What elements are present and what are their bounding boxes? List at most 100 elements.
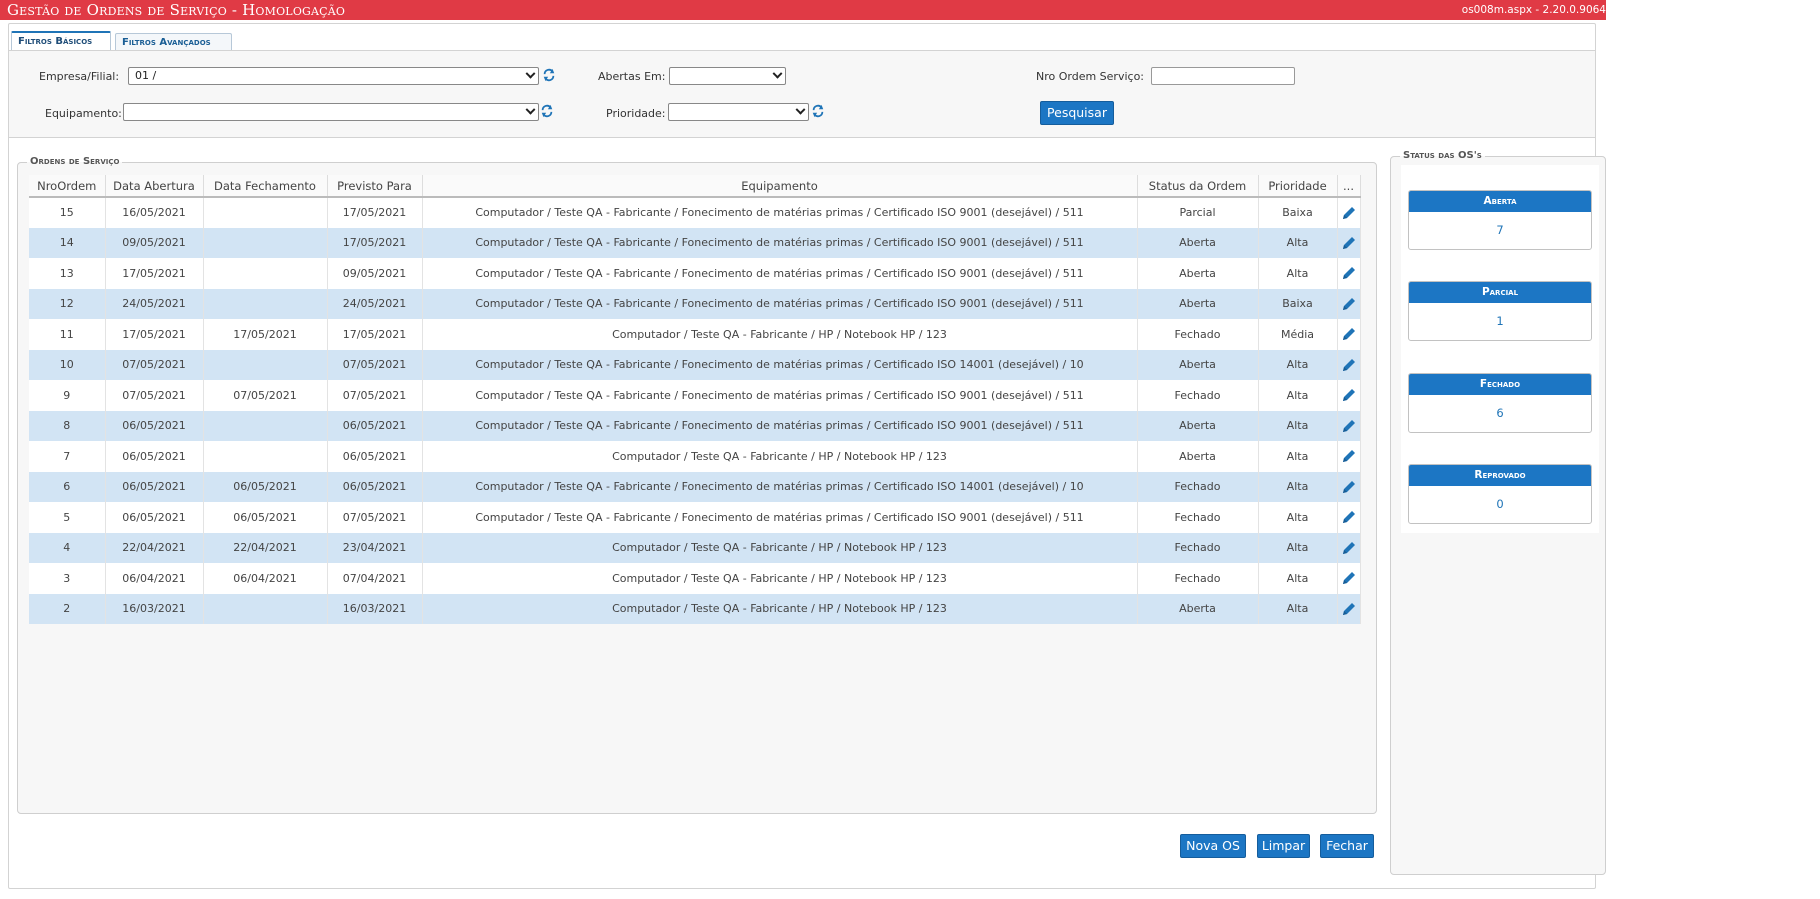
fechar-button[interactable]: Fechar [1320,834,1374,858]
nro-ordem-input[interactable] [1151,67,1295,85]
orders-table: NroOrdem Data Abertura Data Fechamento P… [29,175,1361,624]
cell-data-abertura: 16/03/2021 [105,593,204,624]
col-header[interactable]: Status da Ordem [1137,175,1259,198]
cell-data-fechamento: 06/05/2021 [203,471,328,502]
cell-status: Aberta [1137,593,1259,624]
col-header[interactable]: Prioridade [1258,175,1338,198]
cell-prioridade: Alta [1258,471,1338,502]
status-card-parcial[interactable]: Parcial 1 [1408,281,1592,341]
pencil-icon [1342,358,1355,371]
table-row[interactable]: 8 06/05/2021 06/05/2021 Computador / Teste … [29,410,1361,441]
empresa-select[interactable]: 01 / [128,67,539,85]
table-row[interactable]: 11 17/05/2021 17/05/2021 17/05/2021 Computad… [29,319,1361,350]
pencil-icon [1342,328,1355,341]
table-row[interactable]: 14 09/05/2021 17/05/2021 Computador / Teste… [29,227,1361,258]
pencil-icon [1342,480,1355,493]
edit-row-button[interactable] [1337,380,1361,411]
table-row[interactable]: 2 16/03/2021 16/03/2021 Computador / Teste … [29,593,1361,624]
edit-row-button[interactable] [1337,593,1361,624]
pencil-icon [1342,511,1355,524]
status-card-reprovado[interactable]: Reprovado 0 [1408,464,1592,524]
edit-row-button[interactable] [1337,563,1361,594]
pencil-icon [1342,267,1355,280]
empresa-select-value: 01 / [135,69,157,82]
cell-data-fechamento [203,258,328,289]
cell-previsto-para: 07/04/2021 [327,563,423,594]
cell-data-abertura: 06/05/2021 [105,441,204,472]
cell-equipamento: Computador / Teste QA - Fabricante / Fon… [422,197,1138,228]
tab-filtros-basicos[interactable]: Filtros Básicos [11,31,111,51]
table-row[interactable]: 5 06/05/2021 06/05/2021 07/05/2021 Computado… [29,502,1361,533]
refresh-empresa-icon[interactable] [542,68,556,82]
cell-status: Parcial [1137,197,1259,228]
nova-os-button[interactable]: Nova OS [1180,834,1246,858]
col-header[interactable]: Previsto Para [327,175,423,198]
cell-status: Fechado [1137,471,1259,502]
refresh-prioridade-icon[interactable] [811,104,825,118]
cell-previsto-para: 06/05/2021 [327,471,423,502]
table-row[interactable]: 7 06/05/2021 06/05/2021 Computador / Teste … [29,441,1361,472]
status-card-count: 0 [1496,497,1504,511]
status-card-aberta[interactable]: Aberta 7 [1408,190,1592,250]
cell-status: Fechado [1137,319,1259,350]
status-card-title: Parcial [1409,282,1591,303]
table-row[interactable]: 9 07/05/2021 07/05/2021 07/05/2021 Computado… [29,380,1361,411]
pencil-icon [1342,572,1355,585]
refresh-equipamento-icon[interactable] [540,104,554,118]
edit-row-button[interactable] [1337,288,1361,319]
table-row[interactable]: 15 16/05/2021 17/05/2021 Computador / Teste… [29,197,1361,228]
cell-status: Aberta [1137,288,1259,319]
cell-prioridade: Baixa [1258,288,1338,319]
cell-nro-ordem: 4 [29,532,106,563]
col-header[interactable]: Equipamento [422,175,1138,198]
pencil-icon [1342,206,1355,219]
cell-prioridade: Alta [1258,532,1338,563]
edit-row-button[interactable] [1337,227,1361,258]
prioridade-select[interactable] [668,103,809,121]
cell-data-fechamento: 17/05/2021 [203,319,328,350]
cell-data-abertura: 06/05/2021 [105,502,204,533]
table-row[interactable]: 12 24/05/2021 24/05/2021 Computador / Teste… [29,288,1361,319]
empresa-label: Empresa/Filial: [39,70,120,83]
cell-data-fechamento [203,410,328,441]
edit-row-button[interactable] [1337,349,1361,380]
filters-panel [8,50,1596,138]
status-card-fechado[interactable]: Fechado 6 [1408,373,1592,433]
cell-nro-ordem: 9 [29,380,106,411]
cell-previsto-para: 06/05/2021 [327,441,423,472]
table-row[interactable]: 10 07/05/2021 07/05/2021 Computador / Teste… [29,349,1361,380]
cell-equipamento: Computador / Teste QA - Fabricante / HP … [422,319,1138,350]
col-header[interactable]: Data Abertura [105,175,204,198]
pesquisar-button[interactable]: Pesquisar [1040,101,1114,125]
app-header: Gestão de Ordens de Serviço - Homologaçã… [0,0,1606,20]
table-row[interactable]: 6 06/05/2021 06/05/2021 06/05/2021 Computado… [29,471,1361,502]
edit-row-button[interactable] [1337,410,1361,441]
edit-row-button[interactable] [1337,197,1361,228]
cell-previsto-para: 07/05/2021 [327,502,423,533]
edit-row-button[interactable] [1337,441,1361,472]
table-row[interactable]: 4 22/04/2021 22/04/2021 23/04/2021 Computado… [29,532,1361,563]
cell-nro-ordem: 8 [29,410,106,441]
edit-row-button[interactable] [1337,319,1361,350]
pencil-icon [1342,236,1355,249]
cell-equipamento: Computador / Teste QA - Fabricante / HP … [422,563,1138,594]
cell-nro-ordem: 15 [29,197,106,228]
table-row[interactable]: 13 17/05/2021 09/05/2021 Computador / Teste… [29,258,1361,289]
edit-row-button[interactable] [1337,532,1361,563]
cell-previsto-para: 23/04/2021 [327,532,423,563]
cell-nro-ordem: 10 [29,349,106,380]
col-header[interactable]: NroOrdem [29,175,106,198]
equipamento-select[interactable] [123,103,539,121]
limpar-button[interactable]: Limpar [1257,834,1310,858]
abertas-select[interactable] [669,67,786,85]
tab-filtros-avancados[interactable]: Filtros Avançados [115,33,232,51]
cell-data-fechamento: 06/05/2021 [203,502,328,533]
cell-data-fechamento: 07/05/2021 [203,380,328,411]
edit-row-button[interactable] [1337,471,1361,502]
cell-status: Fechado [1137,380,1259,411]
edit-row-button[interactable] [1337,502,1361,533]
cell-nro-ordem: 2 [29,593,106,624]
col-header[interactable]: Data Fechamento [203,175,328,198]
table-row[interactable]: 3 06/04/2021 06/04/2021 07/04/2021 Computado… [29,563,1361,594]
edit-row-button[interactable] [1337,258,1361,289]
